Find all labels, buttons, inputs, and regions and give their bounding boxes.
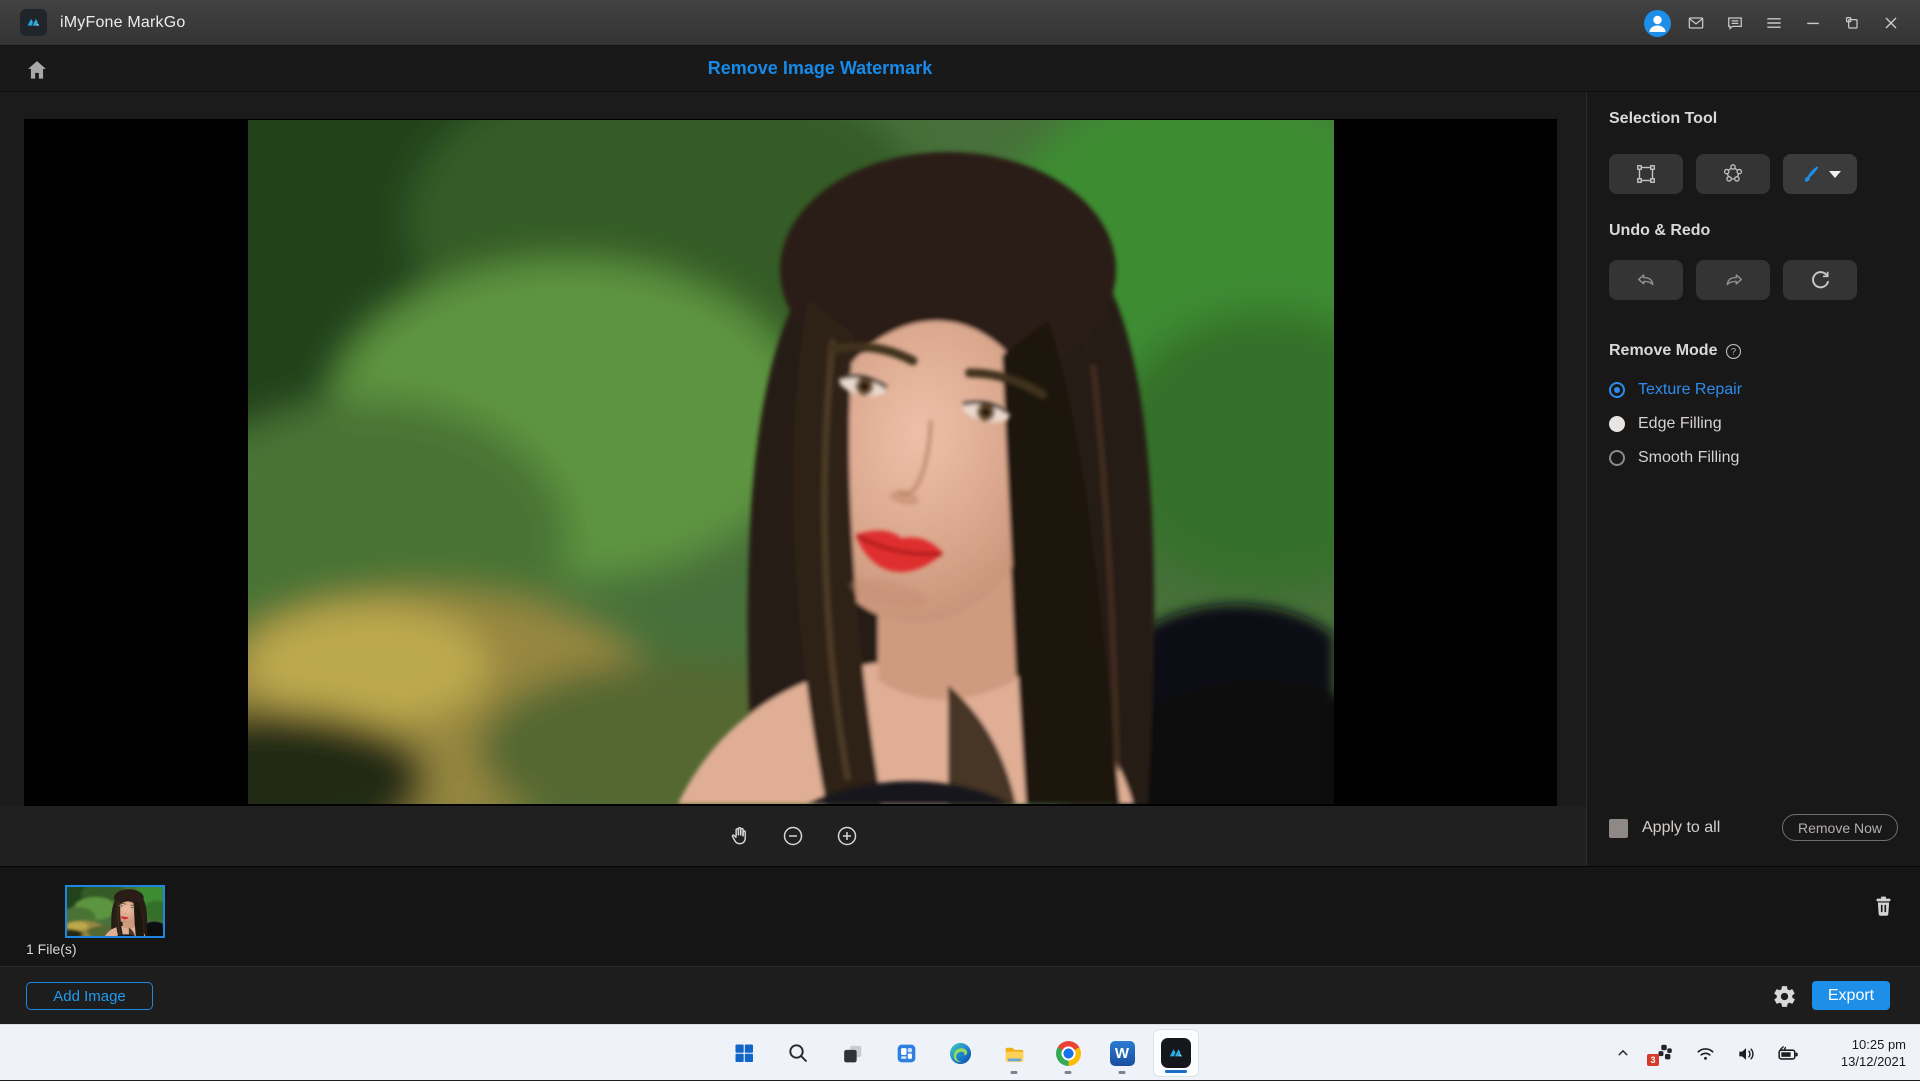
radio-selected-icon[interactable] [1609, 382, 1625, 398]
start-button-icon[interactable] [721, 1029, 767, 1077]
volume-icon[interactable] [1733, 1040, 1759, 1066]
selection-tool-heading: Selection Tool [1609, 110, 1718, 127]
account-icon[interactable] [1642, 0, 1672, 46]
brush-dropdown-caret-icon[interactable] [1828, 170, 1841, 178]
redo-button[interactable] [1696, 260, 1770, 300]
apply-to-all-checkbox[interactable] [1609, 818, 1628, 838]
help-circle-icon[interactable]: ? [1725, 343, 1742, 360]
titlebar: iMyFone MarkGo [0, 0, 1920, 46]
restore-icon[interactable] [1837, 0, 1867, 46]
image-thumbnail[interactable] [65, 885, 165, 938]
filmstrip: 1 File(s) [0, 866, 1920, 966]
remove-mode-option-texture-repair[interactable]: Texture Repair [1609, 378, 1742, 402]
chrome-icon[interactable] [1045, 1029, 1091, 1077]
canvas-controls [0, 806, 1586, 866]
close-icon[interactable] [1876, 0, 1906, 46]
tray-date: 13/12/2021 [1840, 1054, 1906, 1069]
remove-mode-heading: Remove Mode [1609, 342, 1718, 359]
polygon-select-button[interactable] [1696, 154, 1770, 194]
app-logo-icon [20, 9, 47, 36]
undo-button[interactable] [1609, 260, 1683, 300]
page-title: Remove Image Watermark [707, 58, 933, 78]
notification-badge: 3 [1647, 1054, 1659, 1066]
wifi-icon[interactable] [1692, 1040, 1718, 1066]
radio-icon[interactable] [1609, 416, 1625, 432]
search-icon[interactable] [775, 1029, 821, 1077]
zoom-out-icon[interactable] [780, 823, 806, 849]
app-title: iMyFone MarkGo [60, 13, 186, 31]
brush-select-button[interactable] [1783, 154, 1857, 194]
right-panel: Selection Tool Undo & Redo Remove Mode ?… [1586, 92, 1920, 866]
trash-icon[interactable] [1866, 889, 1900, 923]
apply-to-all-label: Apply to all [1642, 819, 1721, 836]
widgets-icon[interactable] [883, 1029, 929, 1077]
radio-icon[interactable] [1609, 450, 1625, 466]
export-button[interactable]: Export [1812, 981, 1890, 1010]
undo-redo-heading: Undo & Redo [1609, 222, 1711, 239]
minimize-icon[interactable] [1798, 0, 1828, 46]
zoom-in-icon[interactable] [834, 823, 860, 849]
file-explorer-icon[interactable] [991, 1029, 1037, 1077]
windows-taskbar: W 3 10:25 pm 13/12/2021 [0, 1024, 1920, 1080]
edge-icon[interactable] [937, 1029, 983, 1077]
feedback-message-icon[interactable] [1720, 0, 1750, 46]
task-view-icon[interactable] [829, 1029, 875, 1077]
remove-mode-option-smooth-filling[interactable]: Smooth Filling [1609, 446, 1742, 470]
chevron-up-icon[interactable] [1610, 1040, 1636, 1066]
taskbar-clock[interactable]: 10:25 pm 13/12/2021 [1841, 1025, 1906, 1081]
gear-icon[interactable] [1770, 982, 1798, 1010]
remove-now-button[interactable]: Remove Now [1782, 814, 1898, 841]
svg-text:?: ? [1731, 346, 1736, 357]
reset-button[interactable] [1783, 260, 1857, 300]
subheader: Remove Image Watermark [0, 46, 1920, 92]
image-canvas[interactable] [24, 119, 1557, 806]
bottom-bar: Add Image Export [0, 966, 1920, 1024]
tray-time: 10:25 pm [1851, 1037, 1906, 1052]
markgo-taskbar-icon[interactable] [1153, 1029, 1199, 1077]
add-image-button[interactable]: Add Image [26, 982, 153, 1010]
photo-preview[interactable] [248, 120, 1334, 804]
remove-mode-option-edge-filling[interactable]: Edge Filling [1609, 412, 1742, 436]
menu-icon[interactable] [1759, 0, 1789, 46]
notification-app-icon[interactable]: 3 [1647, 1040, 1677, 1066]
file-count-label: 1 File(s) [26, 941, 77, 957]
rect-select-button[interactable] [1609, 154, 1683, 194]
pan-hand-icon[interactable] [726, 823, 752, 849]
word-icon[interactable]: W [1099, 1029, 1145, 1077]
mail-icon[interactable] [1681, 0, 1711, 46]
battery-charging-icon[interactable] [1774, 1040, 1800, 1066]
